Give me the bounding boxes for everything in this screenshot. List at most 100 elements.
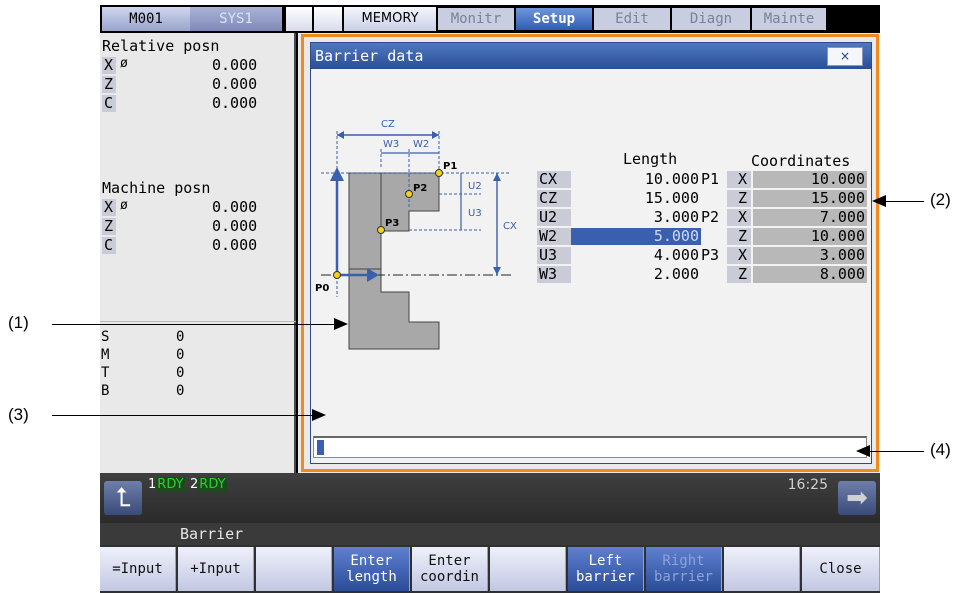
callout-4: (4) <box>930 440 951 459</box>
softkey-label: Right barrier <box>654 553 713 585</box>
t-label: T <box>101 365 110 381</box>
length-cz[interactable]: 15.000 <box>571 190 701 207</box>
row-label-cx: CX <box>537 171 571 188</box>
p3-point <box>377 226 385 234</box>
u2-label: U2 <box>468 181 482 192</box>
callout-1-arrow <box>334 318 348 330</box>
softkey-plus-input[interactable]: +Input <box>178 547 254 591</box>
system-1-status: 1RDY <box>148 477 185 492</box>
softkey-line1: Right <box>662 553 705 569</box>
menu-up-icon[interactable]: ⮤ <box>104 481 142 515</box>
callout-4-line <box>868 451 924 452</box>
menu-title-bar: Barrier <box>100 523 880 545</box>
relative-c-value: 0.000 <box>212 94 258 112</box>
u3-label: U3 <box>468 208 482 219</box>
tab-sys1[interactable]: SYS1 <box>190 7 282 31</box>
b-value: 0 <box>176 383 185 399</box>
menu-title: Barrier <box>180 525 244 543</box>
arrow-head <box>330 167 344 181</box>
mode-memory-indicator: MEMORY <box>344 7 436 31</box>
row-label-w3: W3 <box>537 266 571 283</box>
coord-p2-z[interactable]: 10.000 <box>753 228 867 245</box>
cz-label: CZ <box>381 119 395 130</box>
close-icon[interactable]: × <box>827 47 863 66</box>
coord-p3-z[interactable]: 8.000 <box>753 266 867 283</box>
length-cx[interactable]: 10.000 <box>571 171 701 188</box>
panel-divider <box>100 321 296 322</box>
softkey-empty-9 <box>724 547 800 591</box>
softkey-enter-length[interactable]: Enter length <box>334 547 410 591</box>
length-w2-selected[interactable]: 5.000 <box>571 228 701 245</box>
coord-axis-x: X <box>727 171 751 188</box>
coord-p2-x[interactable]: 7.000 <box>753 209 867 226</box>
machine-c-axis: C <box>104 236 114 254</box>
softkey-close[interactable]: Close <box>802 547 880 591</box>
tab-monitr[interactable]: Monitr <box>438 8 514 30</box>
callout-1: (1) <box>8 313 29 332</box>
m-value: 0 <box>176 347 185 363</box>
softkey-enter-coordin[interactable]: Enter coordin <box>412 547 488 591</box>
w2-label: W2 <box>413 139 429 150</box>
tab-blank-1 <box>286 7 312 31</box>
diameter-mark: ø <box>120 56 128 71</box>
point-label-empty <box>701 190 727 207</box>
softkey-line2: coordin <box>419 569 479 585</box>
length-u3[interactable]: 4.000 <box>571 247 701 264</box>
chuck-body <box>348 172 382 270</box>
callout-1-line <box>52 324 342 325</box>
tab-mainte[interactable]: Mainte <box>752 8 826 30</box>
machine-z-axis: Z <box>104 217 114 235</box>
m-label: M <box>101 347 110 363</box>
length-u2[interactable]: 3.000 <box>571 209 701 226</box>
row-label-u2: U2 <box>537 209 571 226</box>
tab-edit[interactable]: Edit <box>594 8 670 30</box>
point-label-p1: P1 <box>701 170 720 188</box>
cx-label: CX <box>503 221 517 232</box>
machine-z-value: 0.000 <box>212 217 258 235</box>
callout-2-line <box>886 201 924 202</box>
softkey-right-barrier[interactable]: Right barrier <box>646 547 722 591</box>
arrow-head <box>493 173 501 181</box>
status-bar: ⮤ 1RDY 2RDY 16:25 ➡ <box>100 473 880 523</box>
relative-z-value: 0.000 <box>212 75 258 93</box>
barrier-diagram: CZ W3 W2 U2 U3 CX P0 P1 P2 P3 <box>315 119 517 350</box>
coord-p1-x[interactable]: 10.000 <box>753 171 867 188</box>
point-label-p2: P2 <box>701 208 720 226</box>
coord-p1-z[interactable]: 15.000 <box>753 190 867 207</box>
length-w3[interactable]: 2.000 <box>571 266 701 283</box>
softkey-left-barrier[interactable]: Left barrier <box>568 547 644 591</box>
menu-next-icon[interactable]: ➡ <box>838 481 876 515</box>
input-field[interactable] <box>313 436 867 458</box>
diameter-mark: ø <box>120 198 128 213</box>
tab-blank-2 <box>314 7 342 31</box>
system-2-ready: RDY <box>198 477 227 492</box>
callout-3-arrow <box>312 409 326 421</box>
p1-label: P1 <box>443 161 457 172</box>
workpiece-shape-lower <box>348 266 440 350</box>
callout-2-arrow <box>872 195 886 207</box>
softkey-line2: length <box>346 569 397 585</box>
machine-x-value: 0.000 <box>212 198 258 216</box>
barrier-data-dialog: Barrier data × CZ W3 W2 U2 U3 CX P0 P1 P… <box>310 42 872 464</box>
t-value: 0 <box>176 365 185 381</box>
system-1-ready: RDY <box>156 477 185 492</box>
arrow-head <box>337 131 344 139</box>
machine-c-value: 0.000 <box>212 236 258 254</box>
softkey-empty-6 <box>490 547 566 591</box>
p1-point <box>435 169 443 177</box>
softkey-line2: barrier <box>575 569 635 585</box>
tab-setup[interactable]: Setup <box>516 8 592 30</box>
machine-x-axis: X <box>104 198 114 216</box>
row-label-w2: W2 <box>537 228 571 245</box>
softkey-equal-input[interactable]: =Input <box>100 547 176 591</box>
callout-4-arrow <box>856 445 870 457</box>
tab-m001[interactable]: M001 <box>102 7 190 31</box>
tab-diagn[interactable]: Diagn <box>672 8 750 30</box>
coord-p3-x[interactable]: 3.000 <box>753 247 867 264</box>
softkey-bar: =Input +Input Enter length Enter coordin L… <box>100 545 880 593</box>
coord-axis-x: X <box>727 209 751 226</box>
coord-axis-x: X <box>727 247 751 264</box>
machine-posn-title: Machine posn <box>102 179 211 197</box>
softkey-label: +Input <box>190 561 241 577</box>
point-label-empty <box>701 266 727 283</box>
